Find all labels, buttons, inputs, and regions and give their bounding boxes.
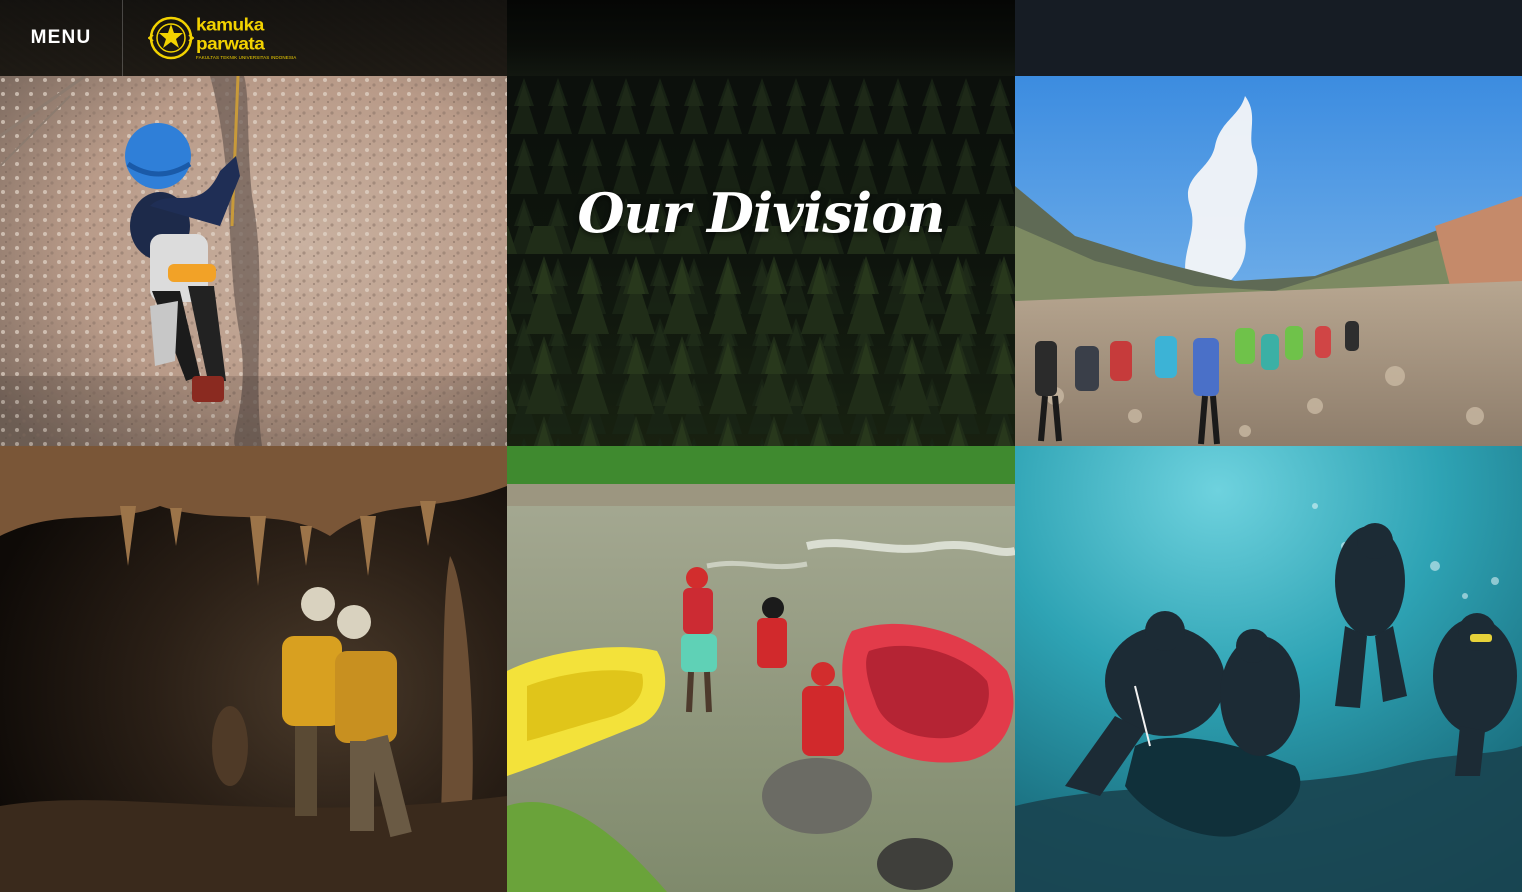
division-tile-river-rafting[interactable] — [507, 446, 1015, 892]
logo-subtitle: FAKULTAS TEKNIK UNIVERSITAS INDONESIA — [196, 54, 297, 60]
mountain-hiking-photo — [1015, 76, 1522, 446]
header-middle-segment — [507, 0, 1015, 76]
rock-climbing-photo — [0, 76, 507, 446]
division-tile-scuba-diving[interactable] — [1015, 446, 1522, 892]
header-right-segment — [1015, 0, 1522, 76]
site-logo[interactable]: kamuka parwata FAKULTAS TEKNIK UNIVERSIT… — [148, 12, 298, 64]
division-hero-tile: Our Division — [507, 76, 1015, 446]
header-left-segment: MENU kamuka parwata FAKULTAS TEKNIK UNIV… — [0, 0, 507, 76]
scuba-diving-photo — [1015, 446, 1522, 892]
river-rafting-photo — [507, 446, 1015, 892]
logo-line-1: kamuka — [196, 15, 264, 35]
division-tile-caving[interactable] — [0, 446, 507, 892]
pine-forest-photo — [507, 76, 1015, 446]
menu-button[interactable]: MENU — [0, 0, 123, 76]
caving-photo — [0, 446, 507, 892]
top-bar: MENU kamuka parwata FAKULTAS TEKNIK UNIV… — [0, 0, 1522, 76]
division-tile-rock-climbing[interactable] — [0, 76, 507, 446]
university-emblem-icon — [148, 16, 194, 60]
logo-line-2: parwata — [196, 34, 265, 54]
section-title: Our Division — [577, 181, 946, 245]
division-tile-mountain-hiking[interactable] — [1015, 76, 1522, 446]
